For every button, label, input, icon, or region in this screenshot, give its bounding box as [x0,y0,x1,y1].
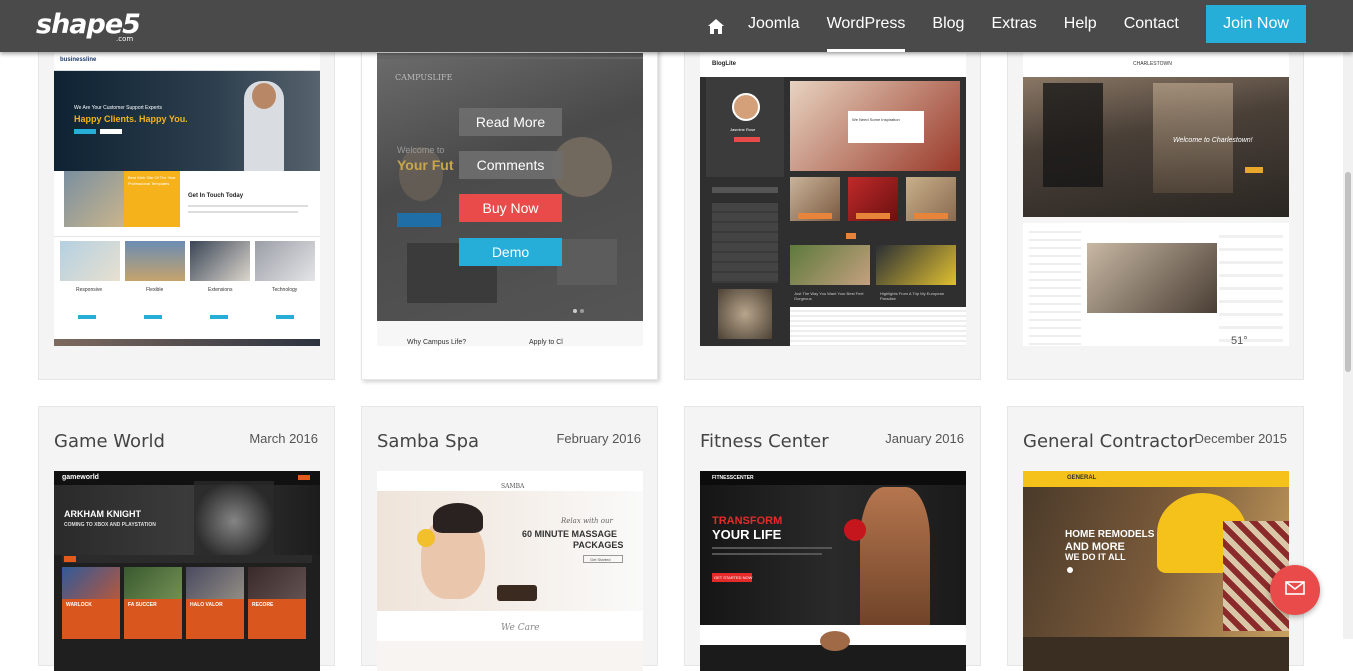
join-now-button[interactable]: Join Now [1206,5,1306,43]
thumb-brand: FITNESSCENTER [712,475,754,481]
thumb-headline: Your Fut [397,157,454,173]
thumb-bottom-right: Apply to Cl [529,339,563,346]
thumb-contact-heading: Get In Touch Today [188,193,244,199]
template-card[interactable]: businessline We Are Your Customer Suppor… [38,0,335,380]
template-date: January 2016 [885,431,964,446]
template-title[interactable]: Fitness Center [700,431,829,452]
contact-mail-button[interactable] [1270,565,1320,615]
demo-button[interactable]: Demo [459,238,562,266]
thumb-headline2: YOUR LIFE [712,527,782,542]
thumb-brand: GENERAL [1067,475,1097,481]
home-icon[interactable] [706,16,726,36]
thumb-brand: BlogLite [712,61,736,67]
template-thumbnail-sambaspa[interactable]: SAMBA Relax with our 60 MINUTE MASSAGE P… [377,471,643,671]
template-card[interactable]: General Contractor December 2015 GENERAL… [1007,406,1304,671]
template-thumbnail-bloglite[interactable]: BlogLite Jasmine Rose We Need Some Inspi… [700,53,966,346]
thumb-tile-2: FA SUCCER [128,602,157,608]
thumb-cta: GET STARTED NOW [714,575,753,580]
template-thumbnail-businessline[interactable]: businessline We Are Your Customer Suppor… [54,53,320,346]
template-title[interactable]: Game World [54,431,165,452]
thumb-sub: COMING TO XBOX AND PLAYSTATION [64,522,156,528]
thumb-feature-2: Flexible [146,287,164,293]
comments-button[interactable]: Comments [459,151,562,179]
template-thumbnail-generalcontractor[interactable]: GENERAL HOME REMODELS AND MORE WE DO IT … [1023,471,1289,671]
thumb-cta: Get Started [590,557,611,562]
main-nav: Joomla WordPress Blog Extras Help Contac… [706,0,1206,52]
template-thumbnail-campuslife[interactable]: CAMPUSLIFE Welcome to Your Fut Why Campu… [377,53,643,346]
thumb-hero-line1: We Are Your Customer Support Experts [74,105,163,111]
buy-now-button[interactable]: Buy Now [459,194,562,222]
thumb-offer-line1: 60 MINUTE MASSAGE [522,529,618,539]
template-date: December 2015 [1194,431,1288,446]
thumb-welcome: Welcome to Charlestown! [1173,137,1253,144]
template-date: February 2016 [556,431,641,446]
template-card[interactable]: Fitness Center January 2016 FITNESSCENTE… [684,406,981,671]
thumb-line3: WE DO IT ALL [1065,552,1126,562]
template-card[interactable]: CHARLESTOWN Welcome to Charlestown! 51° [1007,0,1304,380]
thumb-hero-line2: Happy Clients. Happy You. [74,114,188,124]
thumb-headline: ARKHAM KNIGHT [64,509,141,519]
nav-blog[interactable]: Blog [932,0,964,52]
nav-wordpress[interactable]: WordPress [826,0,905,52]
read-more-button[interactable]: Read More [459,108,562,136]
thumb-feature-1: Responsive [76,287,103,293]
nav-joomla[interactable]: Joomla [748,0,800,52]
shape5-logo[interactable]: shape5 .com [36,9,141,43]
envelope-icon [1285,580,1305,600]
page-scrollbar[interactable] [1343,52,1353,639]
template-title[interactable]: Samba Spa [377,431,479,452]
thumb-script: Relax with our [561,517,613,525]
template-thumbnail-charlestown[interactable]: CHARLESTOWN Welcome to Charlestown! 51° [1023,53,1289,346]
thumb-brand: businessline [60,57,97,63]
thumb-line1: HOME REMODELS [1065,529,1155,540]
thumb-tile-3: HALO VALOR [190,602,223,608]
thumb-weather: 51° [1231,335,1248,346]
thumb-offer-line2: PACKAGES [573,540,624,550]
thumb-brand: CAMPUSLIFE [395,73,453,82]
template-card[interactable]: Game World March 2016 gameworld ARKHAM K… [38,406,335,671]
thumb-feature-4: Technology [272,287,298,293]
thumb-bottom-left: Why Campus Life? [407,339,467,346]
template-title[interactable]: General Contractor [1023,431,1196,452]
thumb-we-care: We Care [501,623,540,633]
nav-help[interactable]: Help [1064,0,1097,52]
template-thumbnail-gameworld[interactable]: gameworld ARKHAM KNIGHT COMING TO XBOX A… [54,471,320,671]
template-date: March 2016 [249,431,318,446]
thumb-author: Jasmine Rose [730,127,756,132]
nav-extras[interactable]: Extras [991,0,1036,52]
template-card[interactable]: BlogLite Jasmine Rose We Need Some Inspi… [684,0,981,380]
logo-sub: .com [116,35,134,43]
thumb-promo-line2: Professional Templates [128,181,170,186]
thumb-welcome: Welcome to [397,145,445,155]
thumb-brand: gameworld [62,474,99,481]
thumb-promo-line1: Best Web Site Of The Year [128,175,176,180]
thumb-tile-4: RECORE [252,602,274,608]
thumb-headline1: TRANSFORM [712,515,783,527]
scrollbar-thumb[interactable] [1345,172,1351,372]
thumb-tile-1: WARLOCK [66,602,92,608]
thumb-brand: CHARLESTOWN [1133,61,1172,67]
thumb-feature-3: Extensions [208,287,233,293]
thumb-post2: Highlights From A Trip My European Parad… [880,291,945,301]
thumb-brand: SAMBA [501,483,525,490]
nav-contact[interactable]: Contact [1124,0,1179,52]
template-card[interactable]: Samba Spa February 2016 SAMBA Relax with… [361,406,658,671]
top-navigation-bar: shape5 .com Joomla WordPress Blog Extras… [0,0,1353,52]
template-thumbnail-fitnesscenter[interactable]: FITNESSCENTER TRANSFORM YOUR LIFE GET ST… [700,471,966,671]
thumb-post1: Just The Way You Want Your Best Feel Gor… [794,291,864,301]
template-card-hovered[interactable]: CAMPUSLIFE Welcome to Your Fut Why Campu… [361,0,658,380]
thumb-feature-title: We Need Some Inspiration [852,117,900,122]
